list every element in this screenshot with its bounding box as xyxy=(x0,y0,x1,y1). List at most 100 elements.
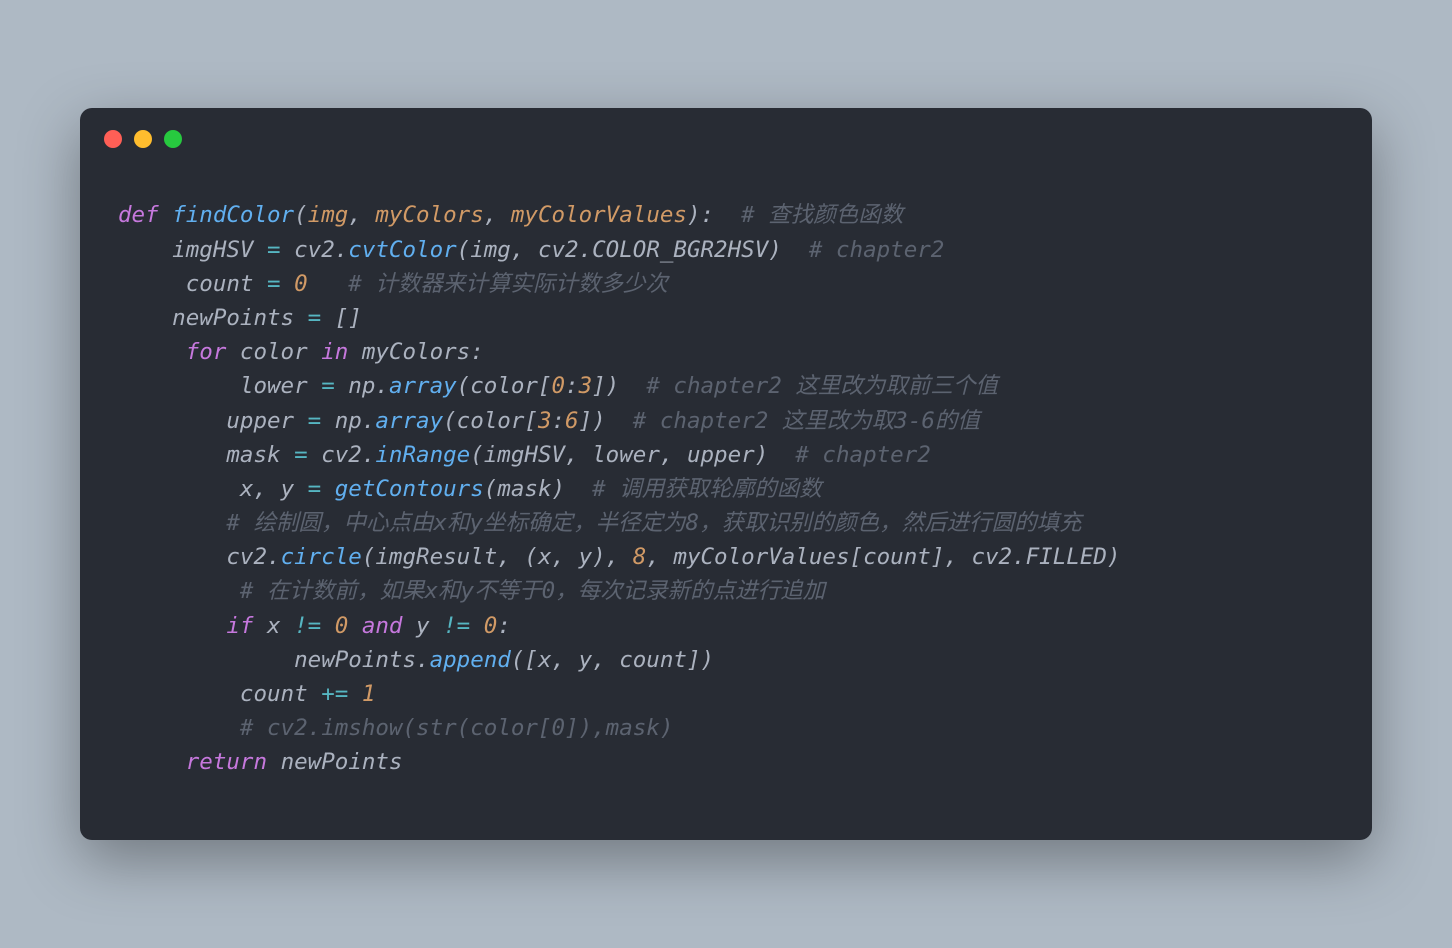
code-token: FILLED xyxy=(1026,544,1107,570)
code-token: 0 xyxy=(294,271,308,297)
code-token: , xyxy=(348,202,375,228)
code-token xyxy=(118,613,226,639)
code-token: # 计数器来计算实际计数多少次 xyxy=(348,271,668,297)
code-token: ( xyxy=(484,476,498,502)
code-token: 3 xyxy=(579,373,593,399)
code-token: cv2 xyxy=(294,237,335,263)
code-token: ( xyxy=(443,408,457,434)
code-token: y xyxy=(281,476,308,502)
code-token: myColorValues xyxy=(511,202,687,228)
code-token: 3 xyxy=(538,408,552,434)
code-token: 6 xyxy=(565,408,579,434)
code-token: myColors xyxy=(375,202,483,228)
code-token xyxy=(619,373,646,399)
code-token: . xyxy=(1012,544,1026,570)
code-token: ([ xyxy=(511,647,538,673)
code-token: upper xyxy=(687,442,755,468)
code-token: myColors xyxy=(362,339,470,365)
code-token: imgResult xyxy=(375,544,497,570)
code-token: , xyxy=(552,544,579,570)
code-token: = xyxy=(308,408,335,434)
code-token: getContours xyxy=(335,476,484,502)
code-token xyxy=(714,202,741,228)
code-token: def xyxy=(118,202,172,228)
code-token: in xyxy=(321,339,362,365)
code-token: x xyxy=(538,544,552,570)
code-token: [ xyxy=(538,373,552,399)
code-token xyxy=(118,578,240,604)
code-window: def findColor(img, myColors, myColorValu… xyxy=(80,108,1372,839)
code-token: . xyxy=(267,544,281,570)
code-token: += xyxy=(321,681,362,707)
code-token: 1 xyxy=(362,681,376,707)
zoom-icon[interactable] xyxy=(164,130,182,148)
code-token: ( xyxy=(457,373,471,399)
code-token: count xyxy=(118,271,267,297)
code-token: count xyxy=(863,544,931,570)
code-token: img xyxy=(308,202,349,228)
code-token: cv2 xyxy=(321,442,362,468)
code-token: ) xyxy=(768,237,782,263)
code-token: = xyxy=(267,271,294,297)
code-token xyxy=(308,271,349,297)
code-token: ]) xyxy=(592,373,619,399)
code-token: myColorValues xyxy=(673,544,849,570)
code-token: if xyxy=(226,613,267,639)
code-token: = xyxy=(308,305,335,331)
code-token: = xyxy=(308,476,335,502)
code-token xyxy=(565,476,592,502)
code-token: . xyxy=(375,373,389,399)
code-token xyxy=(118,749,186,775)
code-token xyxy=(782,237,809,263)
code-token: color xyxy=(457,408,525,434)
code-token: [ xyxy=(524,408,538,434)
code-token: cvtColor xyxy=(348,237,456,263)
code-token: inRange xyxy=(375,442,470,468)
code-token: np xyxy=(335,408,362,434)
code-token: = xyxy=(321,373,348,399)
code-token: , xyxy=(484,202,511,228)
code-token: : xyxy=(470,339,484,365)
minimize-icon[interactable] xyxy=(134,130,152,148)
code-token: ]) xyxy=(687,647,714,673)
code-token: != xyxy=(443,613,484,639)
code-token: ( xyxy=(294,202,308,228)
code-token: ( xyxy=(470,442,484,468)
code-token: COLOR_BGR2HSV xyxy=(592,237,768,263)
code-token: newPoints xyxy=(281,749,403,775)
code-token: append xyxy=(430,647,511,673)
code-token xyxy=(768,442,795,468)
code-token: , xyxy=(592,647,619,673)
code-token xyxy=(118,510,226,536)
code-token: ) xyxy=(755,442,769,468)
code-token: color xyxy=(470,373,538,399)
code-token: ]) xyxy=(579,408,606,434)
code-token: ): xyxy=(687,202,714,228)
code-token: # chapter2 xyxy=(809,237,944,263)
code-token: 0 xyxy=(552,373,566,399)
code-token: # 查找颜色函数 xyxy=(741,202,903,228)
code-token: ), xyxy=(592,544,633,570)
code-token: # 绘制圆，中心点由x和y坐标确定，半径定为8，获取识别的颜色，然后进行圆的填充 xyxy=(226,510,1081,536)
code-token: for xyxy=(186,339,240,365)
code-token xyxy=(118,339,186,365)
code-token: array xyxy=(375,408,443,434)
code-token: x xyxy=(118,476,253,502)
code-token: count xyxy=(619,647,687,673)
code-token: y xyxy=(579,544,593,570)
code-token: cv2 xyxy=(538,237,579,263)
code-token: , xyxy=(511,237,538,263)
code-token: return xyxy=(186,749,281,775)
code-token: 0 xyxy=(484,613,498,639)
close-icon[interactable] xyxy=(104,130,122,148)
code-token: # 调用获取轮廓的函数 xyxy=(592,476,822,502)
code-token: upper xyxy=(118,408,308,434)
code-token: color xyxy=(240,339,321,365)
code-token: newPoints xyxy=(118,305,308,331)
code-token: lower xyxy=(592,442,660,468)
code-token: , xyxy=(660,442,687,468)
code-token: imgHSV xyxy=(118,237,267,263)
code-token: x xyxy=(267,613,294,639)
code-token: ( xyxy=(457,237,471,263)
code-token: = xyxy=(267,237,294,263)
